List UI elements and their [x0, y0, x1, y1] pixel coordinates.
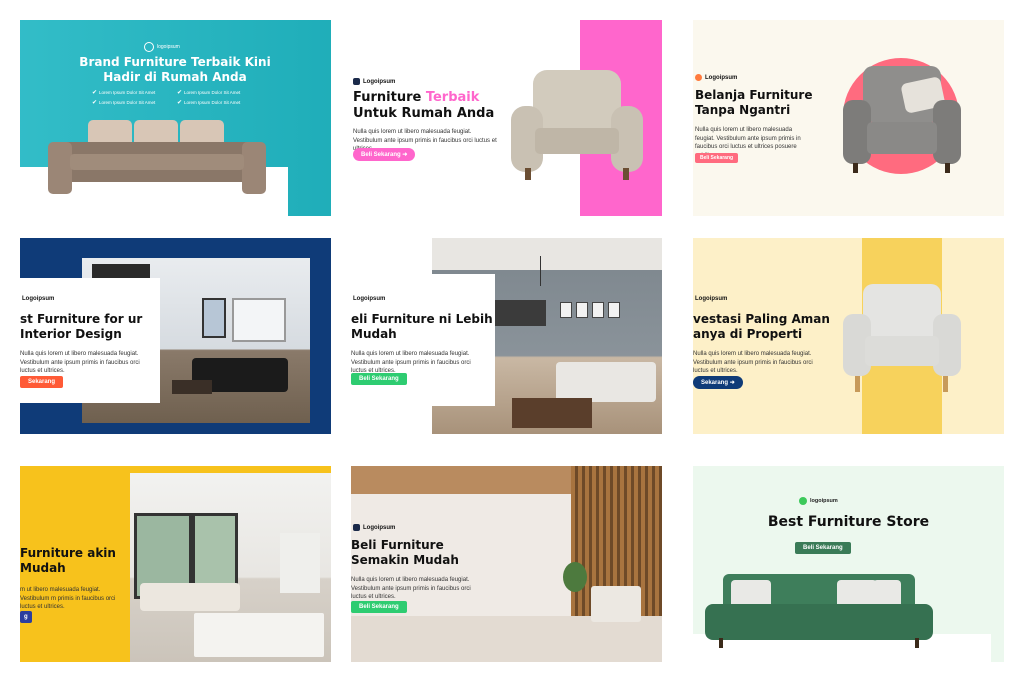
buy-now-button[interactable]: Sekarang ➜ [693, 376, 743, 389]
arrow-right-icon: ➜ [729, 380, 735, 386]
banner-title: Beli Furniture Semakin Mudah [351, 538, 459, 567]
brand-logo: Logoipsum [353, 78, 395, 85]
check-icon: ✔ [92, 89, 98, 96]
banner-title: eli Furniture ni Lebih Mudah [351, 312, 493, 341]
banner-card-5[interactable]: Logoipsum eli Furniture ni Lebih Mudah N… [351, 238, 662, 434]
sofa-image [48, 120, 266, 196]
armchair-image [843, 284, 961, 396]
logo-icon [799, 497, 807, 505]
banner-description: Nulla quis lorem ut libero malesuada feu… [693, 351, 813, 375]
banner-title: vestasi Paling Aman anya di Properti [693, 312, 830, 341]
banner-card-7[interactable]: Furniture akin Mudah m ut libero malesua… [20, 466, 331, 662]
logo-icon [695, 74, 702, 81]
banner-card-9[interactable]: logoipsum Best Furniture Store Beli Seka… [693, 466, 1004, 662]
banner-description: Nulla quis lorem ut libero malesuada feu… [20, 351, 140, 375]
logo-icon [353, 78, 360, 85]
checklist-item: ✔ Lorem Ipsum Dolor Sit Amet [92, 89, 156, 96]
check-icon: ✔ [177, 99, 183, 106]
banner-title: Best Furniture Store [767, 514, 930, 530]
banner-description: Nulla quis lorem ut libero malesuada feu… [351, 577, 471, 601]
armchair-image [841, 66, 963, 174]
banner-description: m ut libero malesuada feugiat. Vestibulu… [20, 587, 116, 611]
brand-logo: logoipsum [799, 497, 838, 505]
buy-now-button[interactable]: Beli Sekarang ➜ [353, 148, 416, 161]
sofa-image [705, 574, 933, 654]
banner-card-3[interactable]: Logoipsum Belanja Furniture Tanpa Ngantr… [693, 20, 1004, 216]
banner-card-6[interactable]: Logoipsum vestasi Paling Aman anya di Pr… [693, 238, 1004, 434]
banner-card-8[interactable]: Logoipsum Beli Furniture Semakin Mudah N… [351, 466, 662, 662]
brand-logo: Logoipsum [695, 74, 737, 81]
banner-title: Belanja Furniture Tanpa Ngantri [695, 88, 813, 117]
check-icon: ✔ [92, 99, 98, 106]
banner-title: st Furniture for ur Interior Design [20, 312, 143, 341]
banner-card-1[interactable]: logoipsum Brand Furniture Terbaik Kini H… [20, 20, 331, 216]
buy-now-button[interactable]: Beli Sekarang [795, 542, 851, 554]
brand-logo: Logoipsum [695, 296, 728, 302]
check-icon: ✔ [177, 89, 183, 96]
floor [351, 616, 662, 662]
armchair-image [511, 70, 643, 182]
banner-card-2[interactable]: Logoipsum Furniture Terbaik Untuk Rumah A… [351, 20, 662, 216]
logo-icon [144, 42, 154, 52]
banner-title: Furniture Terbaik Untuk Rumah Anda [353, 90, 495, 122]
plant-image [563, 562, 587, 592]
buy-now-button[interactable]: Beli Sekarang [695, 153, 739, 163]
banner-title: Furniture akin Mudah [20, 546, 116, 575]
brand-logo: logoipsum [144, 42, 180, 52]
checklist-item: ✔ Lorem Ipsum Dolor Sit Amet [177, 89, 241, 96]
feature-checklist: ✔ Lorem Ipsum Dolor Sit Amet ✔ Lorem Ipsum… [92, 89, 262, 106]
buy-now-button[interactable]: Sekarang [20, 376, 64, 388]
checklist-item: ✔ Lorem Ipsum Dolor Sit Amet [92, 99, 156, 106]
checklist-item: ✔ Lorem Ipsum Dolor Sit Amet [177, 99, 241, 106]
brand-logo: Logoipsum [353, 296, 386, 302]
banner-card-4[interactable]: Logoipsum st Furniture for ur Interior D… [20, 238, 331, 434]
armchair-image [591, 586, 641, 622]
brand-logo: Logoipsum [353, 524, 395, 531]
buy-now-button[interactable]: Beli Sekarang [351, 601, 407, 613]
logo-icon [353, 524, 360, 531]
logo-text: logoipsum [157, 44, 180, 50]
buy-now-button[interactable]: g [20, 611, 32, 623]
interior-photo [130, 473, 331, 662]
banner-title: Brand Furniture Terbaik Kini Hadir di Ru… [79, 55, 271, 84]
arrow-right-icon: ➜ [402, 152, 408, 158]
brand-logo: Logoipsum [22, 296, 55, 302]
buy-now-button[interactable]: Beli Sekarang [351, 373, 407, 385]
